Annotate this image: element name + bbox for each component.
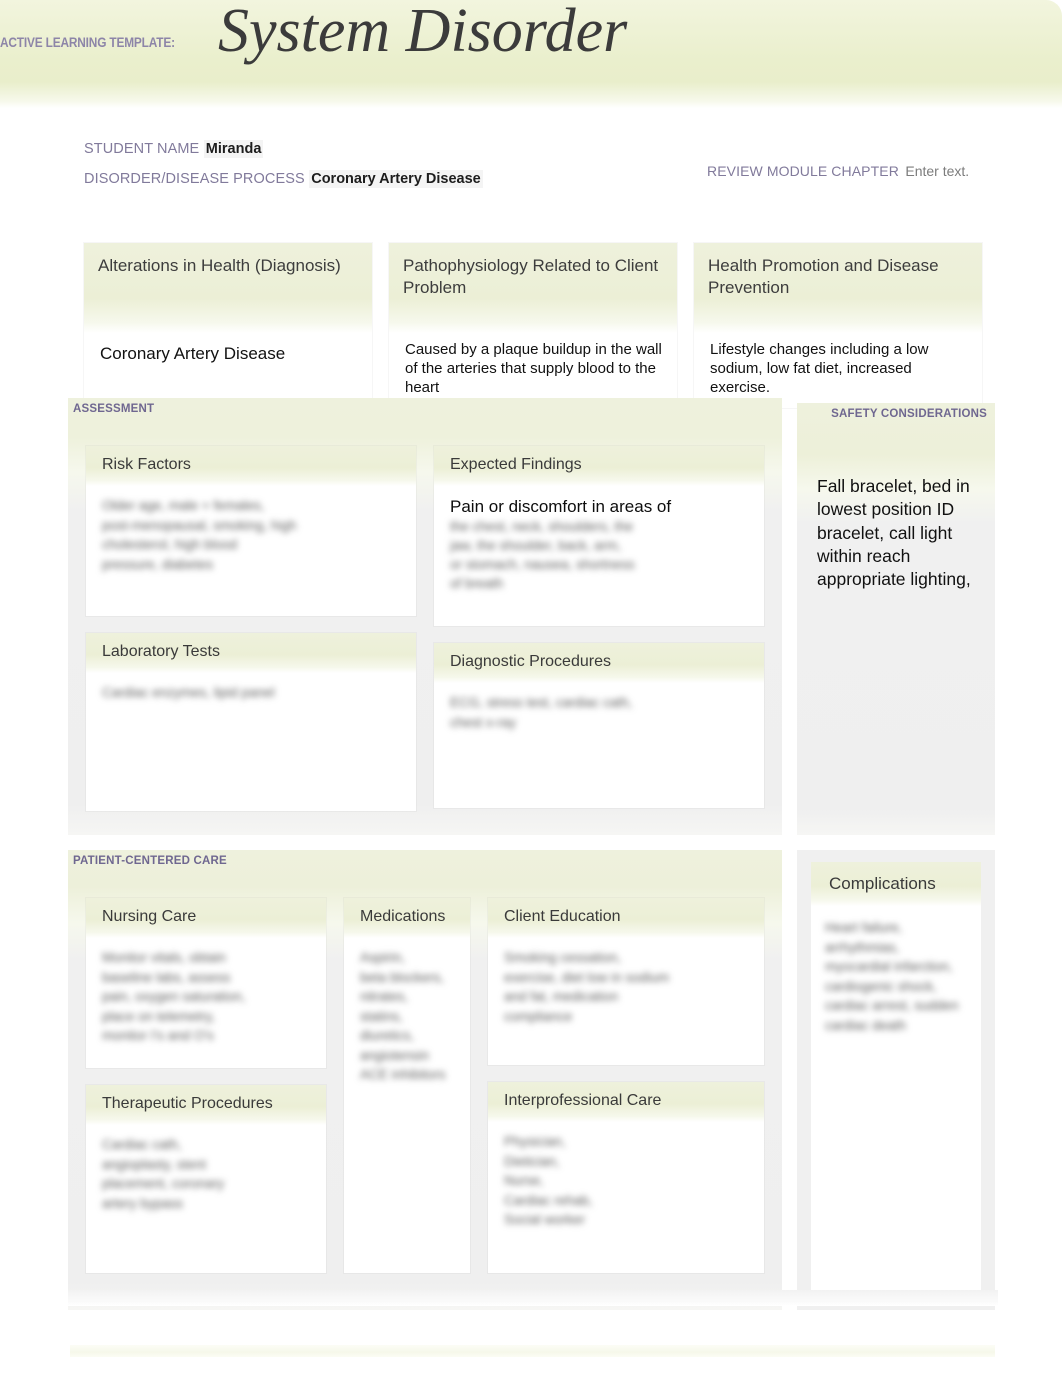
header-banner: ACTIVE LEARNING TEMPLATE: System Disorde…: [0, 0, 1062, 108]
card-expected-findings-body[interactable]: Pain or discomfort in areas of the chest…: [434, 486, 764, 606]
assessment-left-column: Risk Factors Older age, male + females, …: [86, 446, 416, 811]
review-module-label: REVIEW MODULE CHAPTER: [707, 163, 899, 179]
card-complications-title: Complications: [829, 874, 936, 893]
card-therapeutic-procedures-title: Therapeutic Procedures: [102, 1095, 273, 1112]
patient-centered-care-section: PATIENT-CENTERED CARE Nursing Care Monit…: [68, 850, 782, 1310]
card-interprofessional-care: Interprofessional Care Physician, Dietic…: [488, 1082, 764, 1273]
card-expected-findings-header: Expected Findings: [434, 446, 764, 486]
card-interprofessional-care-title: Interprofessional Care: [504, 1092, 662, 1109]
card-laboratory-tests-title: Laboratory Tests: [102, 643, 220, 660]
laboratory-tests-redacted-text: Cardiac enzymes, lipid panel: [102, 685, 275, 700]
expected-findings-visible-text: Pain or discomfort in areas of: [450, 497, 672, 516]
card-diagnostic-procedures: Diagnostic Procedures ECG, stress test, …: [434, 643, 764, 808]
complications-section: Complications Heart failure, arrhythmias…: [797, 850, 995, 1310]
card-nursing-care-header: Nursing Care: [86, 898, 326, 938]
card-therapeutic-procedures-body[interactable]: Cardiac cath, angioplasty, stent placeme…: [86, 1125, 326, 1225]
card-alterations-title: Alterations in Health (Diagnosis): [98, 256, 341, 275]
card-risk-factors-title: Risk Factors: [102, 456, 191, 473]
client-education-redacted-text: Smoking cessation, exercise, diet low in…: [504, 950, 670, 1024]
patient-centered-care-grid: Nursing Care Monitor vitals, obtain base…: [86, 898, 764, 1273]
card-complications: Complications Heart failure, arrhythmias…: [811, 862, 981, 1298]
expected-findings-redacted-text: the chest, neck, shoulders, the jaw, the…: [450, 519, 635, 591]
page-bottom-shadow: [68, 1290, 998, 1306]
review-module-row: REVIEW MODULE CHAPTER Enter text.: [707, 163, 971, 181]
card-pathophysiology: Pathophysiology Related to Client Proble…: [389, 243, 677, 408]
nursing-care-redacted-text: Monitor vitals, obtain baseline labs, as…: [102, 950, 246, 1044]
card-nursing-care-title: Nursing Care: [102, 908, 197, 925]
student-name-field[interactable]: Miranda: [203, 140, 264, 158]
card-complications-header: Complications: [811, 862, 981, 906]
review-module-field[interactable]: Enter text.: [903, 162, 971, 180]
assessment-section-label: ASSESSMENT: [73, 403, 155, 415]
disorder-process-field[interactable]: Coronary Artery Disease: [309, 170, 483, 188]
card-nursing-care: Nursing Care Monitor vitals, obtain base…: [86, 898, 326, 1068]
active-learning-template-label: ACTIVE LEARNING TEMPLATE:: [0, 35, 175, 50]
safety-considerations-label: SAFETY CONSIDERATIONS: [831, 408, 987, 420]
card-client-education-body[interactable]: Smoking cessation, exercise, diet low in…: [488, 938, 764, 1038]
card-interprofessional-care-header: Interprofessional Care: [488, 1082, 764, 1122]
pcc-left-column: Nursing Care Monitor vitals, obtain base…: [86, 898, 326, 1273]
card-expected-findings: Expected Findings Pain or discomfort in …: [434, 446, 764, 626]
card-pathophysiology-title: Pathophysiology Related to Client Proble…: [403, 256, 659, 297]
card-risk-factors-header: Risk Factors: [86, 446, 416, 486]
card-client-education: Client Education Smoking cessation, exer…: [488, 898, 764, 1065]
card-interprofessional-care-body[interactable]: Physician, Dietician, Nurse, Cardiac reh…: [488, 1122, 764, 1242]
card-laboratory-tests-body[interactable]: Cardiac enzymes, lipid panel: [86, 673, 416, 715]
card-risk-factors: Risk Factors Older age, male + females, …: [86, 446, 416, 616]
card-complications-body[interactable]: Heart failure, arrhythmias, myocardial i…: [811, 906, 981, 1045]
pcc-medications-column: Medications Aspirin, beta blockers, nitr…: [344, 898, 470, 1273]
disorder-process-label: DISORDER/DISEASE PROCESS: [84, 171, 305, 187]
card-risk-factors-body[interactable]: Older age, male + females, post-menopaus…: [86, 486, 416, 586]
complications-redacted-text: Heart failure, arrhythmias, myocardial i…: [825, 920, 959, 1033]
card-nursing-care-body[interactable]: Monitor vitals, obtain baseline labs, as…: [86, 938, 326, 1058]
card-medications-header: Medications: [344, 898, 470, 938]
student-name-label: STUDENT NAME: [84, 141, 200, 157]
card-medications-title: Medications: [360, 908, 446, 925]
footer-band: [70, 1345, 995, 1357]
card-expected-findings-title: Expected Findings: [450, 456, 582, 473]
card-therapeutic-procedures: Therapeutic Procedures Cardiac cath, ang…: [86, 1085, 326, 1273]
page-title: System Disorder: [218, 0, 628, 65]
card-pathophysiology-header: Pathophysiology Related to Client Proble…: [389, 243, 677, 333]
card-alterations-body[interactable]: Coronary Artery Disease: [84, 333, 372, 374]
card-alterations-header: Alterations in Health (Diagnosis): [84, 243, 372, 333]
medications-redacted-text: Aspirin, beta blockers, nitrates, statin…: [360, 950, 446, 1083]
safety-considerations-section: SAFETY CONSIDERATIONS Fall bracelet, bed…: [797, 403, 995, 835]
therapeutic-procedures-redacted-text: Cardiac cath, angioplasty, stent placeme…: [102, 1137, 225, 1211]
assessment-right-column: Expected Findings Pain or discomfort in …: [434, 446, 764, 811]
card-health-promotion-header: Health Promotion and Disease Prevention: [694, 243, 982, 333]
top-cards-row: Alterations in Health (Diagnosis) Corona…: [84, 243, 982, 408]
card-client-education-title: Client Education: [504, 908, 621, 925]
safety-considerations-body[interactable]: Fall bracelet, bed in lowest position ID…: [817, 475, 981, 591]
card-diagnostic-procedures-title: Diagnostic Procedures: [450, 653, 611, 670]
card-therapeutic-procedures-header: Therapeutic Procedures: [86, 1085, 326, 1125]
card-diagnostic-procedures-header: Diagnostic Procedures: [434, 643, 764, 683]
card-alterations-in-health: Alterations in Health (Diagnosis) Corona…: [84, 243, 372, 408]
card-medications-body[interactable]: Aspirin, beta blockers, nitrates, statin…: [344, 938, 470, 1097]
patient-centered-care-label: PATIENT-CENTERED CARE: [73, 855, 227, 867]
card-client-education-header: Client Education: [488, 898, 764, 938]
card-laboratory-tests-header: Laboratory Tests: [86, 633, 416, 673]
card-health-promotion: Health Promotion and Disease Prevention …: [694, 243, 982, 408]
card-health-promotion-body[interactable]: Lifestyle changes including a low sodium…: [694, 333, 982, 408]
diagnostic-procedures-redacted-text: ECG, stress test, cardiac cath, chest x-…: [450, 695, 633, 730]
card-medications: Medications Aspirin, beta blockers, nitr…: [344, 898, 470, 1273]
pcc-right-column: Client Education Smoking cessation, exer…: [488, 898, 764, 1273]
assessment-section: ASSESSMENT Risk Factors Older age, male …: [68, 398, 782, 835]
card-health-promotion-title: Health Promotion and Disease Prevention: [708, 256, 939, 297]
risk-factors-redacted-text: Older age, male + females, post-menopaus…: [102, 498, 297, 572]
card-pathophysiology-body[interactable]: Caused by a plaque buildup in the wall o…: [389, 333, 677, 408]
card-diagnostic-procedures-body[interactable]: ECG, stress test, cardiac cath, chest x-…: [434, 683, 764, 744]
meta-fields: STUDENT NAME Miranda DISORDER/DISEASE PR…: [84, 140, 1004, 200]
interprofessional-care-redacted-text: Physician, Dietician, Nurse, Cardiac reh…: [504, 1134, 593, 1228]
assessment-grid: Risk Factors Older age, male + females, …: [86, 446, 764, 811]
card-laboratory-tests: Laboratory Tests Cardiac enzymes, lipid …: [86, 633, 416, 811]
